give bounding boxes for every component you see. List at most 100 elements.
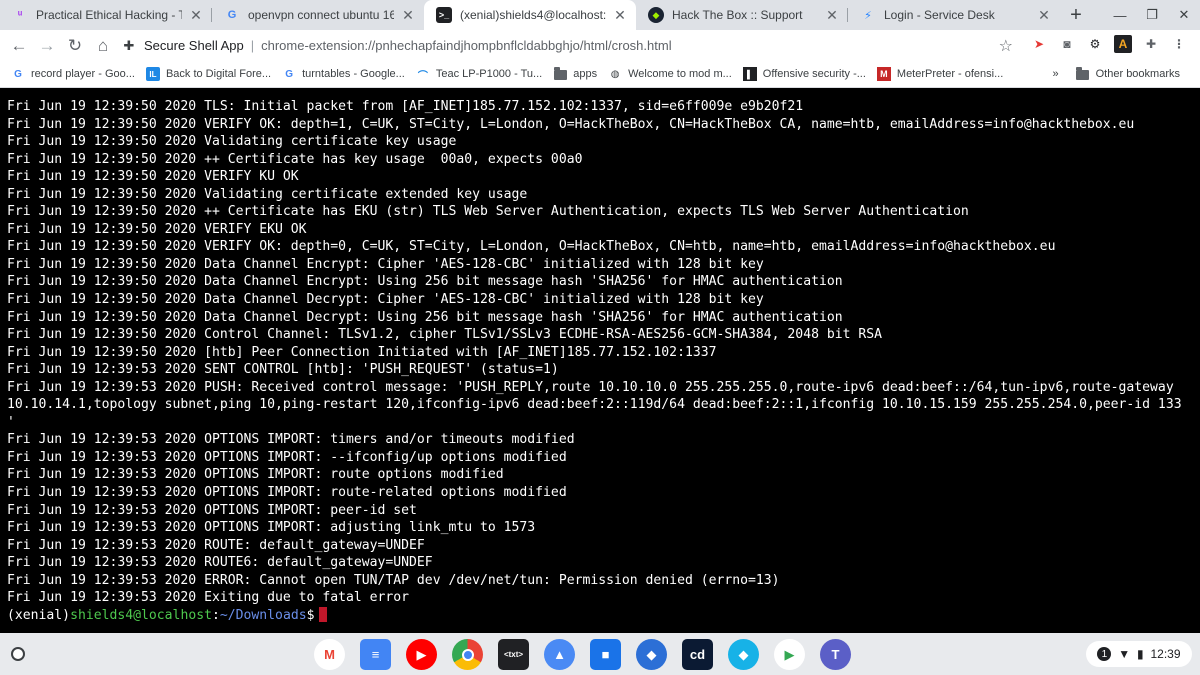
close-window-icon[interactable]: ✕ [1168,7,1200,23]
terminal-line: Fri Jun 19 12:39:50 2020 Data Channel De… [7,309,843,325]
bookmark-record-player[interactable]: G record player - Goo... [11,67,135,81]
docs-icon[interactable]: ≡ [360,639,391,670]
terminal-line: Fri Jun 19 12:39:53 2020 OPTIONS IMPORT:… [7,502,417,518]
status-tray[interactable]: 1 ▼ ▮ 12:39 [1086,641,1192,667]
tab-service-desk[interactable]: ⚡ Login - Service Desk ✕ [848,0,1060,30]
tab-terminal[interactable]: >_ (xenial)shields4@localhost: ~/D ✕ [424,0,636,30]
more-bookmarks-chevron-icon[interactable]: » [1053,68,1059,80]
wifi-icon: ▼ [1118,647,1131,661]
back-arrow-icon[interactable]: ← [5,32,33,60]
terminal-line: Fri Jun 19 12:39:53 2020 SENT CONTROL [h… [7,362,559,378]
extension-badge-icon[interactable]: A [1114,35,1132,53]
url-divider: | [250,38,255,53]
google-icon: G [285,68,293,80]
clock-time: 12:39 [1150,647,1181,661]
bookmark-label: Back to Digital Fore... [165,68,272,80]
launcher-button[interactable] [6,642,30,666]
bookmark-label: apps [573,68,598,80]
offsec-icon: ▌ [742,67,757,81]
terminal-line: Fri Jun 19 12:39:50 2020 Validating cert… [7,134,457,150]
terminal-line: Fri Jun 19 12:39:50 2020 VERIFY KU OK [7,169,299,185]
crosh-icon[interactable]: <txt> [498,639,529,670]
battery-icon: ▮ [1137,647,1144,661]
photos-icon[interactable]: ▲ [544,639,575,670]
bookmark-offensive-security[interactable]: ▌ Offensive security -... [742,67,866,81]
terminal-icon: >_ [436,7,452,23]
terminal-line: Fri Jun 19 12:39:50 2020 Control Channel… [7,327,883,343]
security-icon[interactable]: ◆ [636,639,667,670]
bookmark-star-icon[interactable]: ☆ [999,36,1013,56]
tab-htb-support[interactable]: ◆ Hack The Box :: Support ✕ [636,0,848,30]
home-icon[interactable]: ⌂ [89,32,117,60]
bookmark-folder-apps[interactable]: apps [553,67,597,81]
forward-arrow-icon[interactable]: → [33,32,61,60]
gear-icon[interactable]: ⚙ [1086,35,1104,53]
terminal-line: Fri Jun 19 12:39:50 2020 Data Channel De… [7,292,764,308]
bookmark-label: Teac LP-P1000 - Tu... [435,68,543,80]
terminal-line: Fri Jun 19 12:39:50 2020 [htb] Peer Conn… [7,344,717,360]
folder-icon [1076,67,1090,81]
menu-dots-icon[interactable]: ⋮ [1170,35,1188,53]
app-glyph: T [831,647,840,662]
close-icon[interactable]: ✕ [824,7,840,23]
gmail-icon[interactable]: M [314,639,345,670]
close-icon[interactable]: ✕ [188,7,204,23]
app-glyph: ◆ [738,646,749,662]
cast-icon[interactable]: ➤ [1030,35,1048,53]
app-glyph: ◆ [646,646,657,662]
terminal-line: Fri Jun 19 12:39:50 2020 ++ Certificate … [7,204,969,220]
prompt-separator: : [211,607,220,623]
terminal-line: Fri Jun 19 12:39:53 2020 ROUTE: default_… [7,537,425,553]
folder-icon [553,67,567,81]
shell-prompt[interactable]: (xenial)shields4@localhost:~/Downloads$ [7,606,1200,625]
other-bookmarks[interactable]: Other bookmarks [1076,67,1180,81]
reload-icon[interactable]: ↻ [61,32,89,60]
play-store-icon[interactable]: ▶ [774,639,805,670]
site-name: Secure Shell App [144,38,244,53]
terminal-line: Fri Jun 19 12:39:53 2020 OPTIONS IMPORT:… [7,432,575,448]
prompt-environment: (xenial) [7,607,71,623]
youtube-icon[interactable]: ▶ [406,639,437,670]
camera-icon[interactable]: ◙ [1058,35,1076,53]
restore-icon[interactable]: ❐ [1136,7,1168,23]
puzzle-icon[interactable]: ✚ [1142,35,1160,53]
tab-title: openvpn connect ubuntu 16.04 [248,8,394,22]
teams-icon[interactable]: T [820,639,851,670]
terminal-output[interactable]: Fri Jun 19 12:39:50 2020 TLS: Initial pa… [0,88,1200,633]
bookmark-meterpreter[interactable]: M MeterPreter - ofensi... [876,67,1003,81]
tab-udemy[interactable]: ᵘ Practical Ethical Hacking - The ✕ [0,0,212,30]
app-glyph: ▲ [553,647,566,662]
close-icon[interactable]: ✕ [400,7,416,23]
files-icon[interactable]: ■ [590,639,621,670]
app-glyph: M [324,647,335,662]
metasploit-icon: M [876,67,891,81]
terminal-line: Fri Jun 19 12:39:53 2020 OPTIONS IMPORT:… [7,467,504,483]
extension-toolbar: ➤ ◙ ⚙ A ✚ ⋮ [1030,35,1188,53]
prompt-user-host: shields4@localhost [70,607,212,623]
extension-icon: ✚ [123,37,135,53]
address-bar[interactable]: ✚ Secure Shell App | chrome-extension://… [120,33,1025,58]
close-icon[interactable]: ✕ [612,7,628,23]
service-desk-icon: ⚡ [864,9,872,22]
bookmark-turntables[interactable]: G turntables - Google... [282,67,405,81]
terminal-line: Fri Jun 19 12:39:50 2020 VERIFY OK: dept… [7,116,1135,132]
kodi-icon[interactable]: ◆ [728,639,759,670]
new-tab-button[interactable]: + [1060,0,1092,30]
url-text: chrome-extension://pnhechapfaindjhompbnf… [261,38,672,53]
terminal-line: Fri Jun 19 12:39:53 2020 ROUTE6: default… [7,555,433,571]
bookmark-mod-m[interactable]: ◍ Welcome to mod m... [608,67,732,81]
terminal-line: Fri Jun 19 12:39:50 2020 VERIFY OK: dept… [7,239,1056,255]
launcher-icon [11,647,25,661]
app-glyph: ▶ [784,646,795,662]
terminal-line: Fri Jun 19 12:39:53 2020 OPTIONS IMPORT:… [7,520,536,536]
chrome-icon[interactable] [452,639,483,670]
terminal-line: Fri Jun 19 12:39:53 2020 OPTIONS IMPORT:… [7,485,567,501]
tab-openvpn-search[interactable]: G openvpn connect ubuntu 16.04 ✕ [212,0,424,30]
bookmark-teac[interactable]: ⌒ Teac LP-P1000 - Tu... [416,67,543,82]
globe-icon: ◍ [610,68,620,80]
close-icon[interactable]: ✕ [1036,7,1052,23]
cd-icon[interactable]: cd [682,639,713,670]
terminal-line: ' [7,414,15,430]
bookmark-digital-forensics[interactable]: IL Back to Digital Fore... [145,67,272,81]
minimize-icon[interactable]: — [1104,8,1136,23]
